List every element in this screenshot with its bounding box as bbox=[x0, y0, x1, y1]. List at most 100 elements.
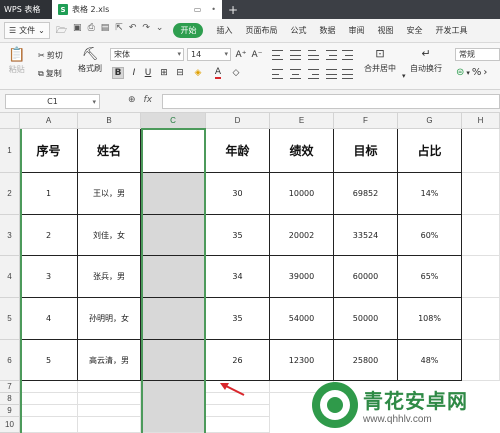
column-header-e[interactable]: E bbox=[270, 113, 334, 129]
table-cell[interactable]: 54000 bbox=[270, 298, 334, 340]
table-cell[interactable]: 39000 bbox=[270, 256, 334, 298]
empty-cell[interactable] bbox=[206, 417, 270, 433]
row-header-5[interactable]: 5 bbox=[0, 298, 20, 340]
empty-cell[interactable] bbox=[20, 405, 78, 417]
new-tab-button[interactable]: + bbox=[222, 0, 238, 19]
table-cell[interactable] bbox=[141, 256, 206, 298]
print-preview-icon[interactable]: ⎙ bbox=[88, 23, 95, 39]
zoom-icon[interactable]: ⊕ bbox=[128, 95, 136, 105]
number-format-select[interactable]: 常规 bbox=[455, 48, 500, 61]
name-box[interactable]: C1 ▾ bbox=[5, 94, 100, 109]
empty-cell[interactable] bbox=[20, 381, 78, 393]
empty-cell[interactable] bbox=[78, 405, 141, 417]
align-top-icon[interactable] bbox=[272, 50, 283, 60]
column-header-a[interactable]: A bbox=[20, 113, 78, 129]
tab-review[interactable]: 审阅 bbox=[348, 25, 364, 36]
bold-button[interactable]: B bbox=[112, 67, 124, 79]
row-header-8[interactable]: 8 bbox=[0, 393, 20, 405]
row-header-4[interactable]: 4 bbox=[0, 256, 20, 298]
tab-formulas[interactable]: 公式 bbox=[290, 25, 306, 36]
row-header-3[interactable]: 3 bbox=[0, 215, 20, 256]
table-cell[interactable]: 48% bbox=[398, 340, 462, 381]
table-header-cell[interactable]: 目标 bbox=[334, 129, 398, 173]
selected-active-cell[interactable] bbox=[141, 129, 206, 173]
table-cell[interactable]: 12300 bbox=[270, 340, 334, 381]
empty-cell[interactable] bbox=[206, 405, 270, 417]
distributed-icon[interactable] bbox=[342, 69, 353, 79]
align-middle-icon[interactable] bbox=[290, 50, 301, 60]
save-icon[interactable]: ▣ bbox=[73, 23, 82, 39]
align-bottom-icon[interactable] bbox=[308, 50, 319, 60]
decrease-font-button[interactable]: A⁻ bbox=[250, 49, 264, 61]
font-name-select[interactable]: 宋体 ▾ bbox=[110, 48, 184, 61]
tab-data[interactable]: 数据 bbox=[319, 25, 335, 36]
more-icon[interactable]: ⌄ bbox=[156, 23, 164, 39]
document-tab[interactable]: S 表格 2.xls ▭ • bbox=[52, 0, 222, 19]
row-header-9[interactable]: 9 bbox=[0, 405, 20, 417]
italic-button[interactable]: I bbox=[128, 67, 140, 79]
row-header-7[interactable]: 7 bbox=[0, 381, 20, 393]
row-header-1[interactable]: 1 bbox=[0, 129, 20, 173]
empty-cell[interactable] bbox=[462, 256, 500, 298]
table-cell[interactable]: 孙明明，女 bbox=[78, 298, 141, 340]
table-cell[interactable]: 3 bbox=[20, 256, 78, 298]
row-header-10[interactable]: 10 bbox=[0, 417, 20, 433]
table-cell[interactable]: 35 bbox=[206, 298, 270, 340]
indent-increase-icon[interactable] bbox=[342, 50, 353, 60]
paste-button[interactable]: 📋 粘贴 bbox=[8, 47, 25, 75]
table-cell[interactable]: 2 bbox=[20, 215, 78, 256]
tab-security[interactable]: 安全 bbox=[406, 25, 422, 36]
table-cell[interactable] bbox=[141, 298, 206, 340]
align-center-icon[interactable] bbox=[290, 69, 301, 79]
wrap-text-button[interactable]: ↵ 自动换行 bbox=[410, 47, 442, 74]
select-all-corner[interactable] bbox=[0, 113, 20, 129]
column-header-g[interactable]: G bbox=[398, 113, 462, 129]
export-icon[interactable]: ⇱ bbox=[115, 23, 123, 39]
file-menu-button[interactable]: ☰ 文件 ⌄ bbox=[4, 22, 50, 39]
merge-icon[interactable]: ⊟ bbox=[174, 67, 186, 79]
empty-cell[interactable] bbox=[78, 381, 141, 393]
app-tab[interactable]: WPS 表格 bbox=[0, 0, 52, 19]
comma-icon[interactable]: › bbox=[483, 67, 487, 78]
table-cell[interactable]: 60% bbox=[398, 215, 462, 256]
column-header-f[interactable]: F bbox=[334, 113, 398, 129]
justify-icon[interactable] bbox=[326, 69, 337, 79]
table-cell[interactable]: 张兵，男 bbox=[78, 256, 141, 298]
table-cell[interactable]: 4 bbox=[20, 298, 78, 340]
tab-home[interactable]: 开始 bbox=[173, 23, 204, 38]
table-cell[interactable]: 5 bbox=[20, 340, 78, 381]
table-cell[interactable]: 26 bbox=[206, 340, 270, 381]
table-cell[interactable]: 14% bbox=[398, 173, 462, 215]
table-header-cell[interactable]: 年龄 bbox=[206, 129, 270, 173]
merge-center-button[interactable]: ⊡ 合并居中 bbox=[364, 47, 396, 74]
table-cell[interactable]: 69852 bbox=[334, 173, 398, 215]
table-cell[interactable]: 50000 bbox=[334, 298, 398, 340]
empty-cell[interactable] bbox=[20, 393, 78, 405]
fill-color-icon[interactable]: ◈ bbox=[192, 67, 204, 79]
monitor-icon[interactable]: ▭ bbox=[194, 5, 202, 14]
redo-icon[interactable]: ↷ bbox=[142, 23, 150, 39]
table-header-cell[interactable]: 绩效 bbox=[270, 129, 334, 173]
print-icon[interactable]: ▤ bbox=[101, 23, 110, 39]
table-header-cell[interactable]: 占比 bbox=[398, 129, 462, 173]
table-cell[interactable]: 10000 bbox=[270, 173, 334, 215]
table-cell[interactable] bbox=[141, 340, 206, 381]
table-cell[interactable]: 25800 bbox=[334, 340, 398, 381]
chevron-down-icon[interactable]: ▾ bbox=[402, 72, 406, 80]
align-right-icon[interactable] bbox=[308, 69, 319, 79]
border-icon[interactable]: ⊞ bbox=[158, 67, 170, 79]
table-cell[interactable]: 王以，男 bbox=[78, 173, 141, 215]
table-header-cell[interactable]: 姓名 bbox=[78, 129, 141, 173]
undo-icon[interactable]: ↶ bbox=[129, 23, 137, 39]
empty-cell[interactable] bbox=[78, 393, 141, 405]
empty-cell[interactable] bbox=[462, 173, 500, 215]
fx-icon[interactable]: fx bbox=[144, 95, 153, 105]
currency-icon[interactable]: ⊜ bbox=[456, 67, 464, 78]
table-cell[interactable]: 33524 bbox=[334, 215, 398, 256]
empty-cell[interactable] bbox=[462, 215, 500, 256]
font-color-icon[interactable]: A bbox=[212, 67, 224, 79]
tab-page-layout[interactable]: 页面布局 bbox=[245, 25, 277, 36]
increase-font-button[interactable]: A⁺ bbox=[234, 49, 248, 61]
formula-input[interactable] bbox=[162, 94, 500, 109]
tab-insert[interactable]: 插入 bbox=[216, 25, 232, 36]
